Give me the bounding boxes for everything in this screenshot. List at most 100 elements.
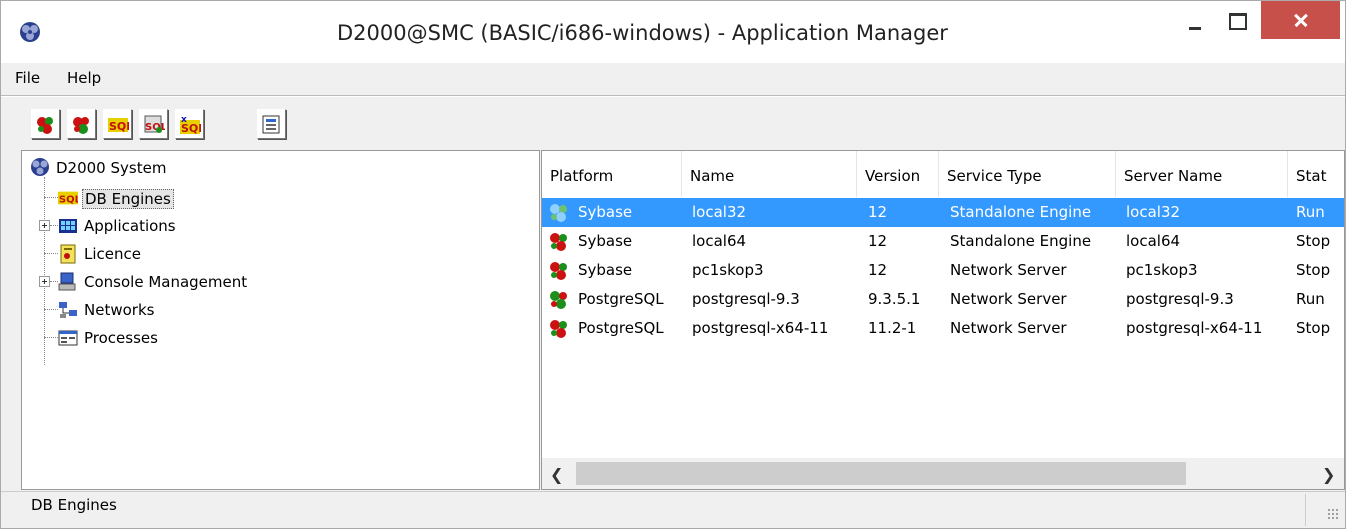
sql-engine-button[interactable]: SQL	[103, 109, 132, 139]
cell-server-name: local64	[1126, 232, 1181, 250]
stop-engine-button[interactable]	[67, 109, 96, 139]
tree-item-label: Processes	[84, 329, 158, 347]
cell-service-type: Network Server	[950, 319, 1067, 337]
cell-service-type: Standalone Engine	[950, 232, 1092, 250]
maximize-button[interactable]	[1217, 1, 1257, 39]
properties-button[interactable]	[257, 109, 286, 139]
cell-name: postgresql-9.3	[692, 290, 800, 308]
horizontal-scrollbar[interactable]: ❮ ❯	[542, 458, 1344, 489]
console-computer-icon	[58, 272, 76, 291]
cell-name: local64	[692, 232, 747, 250]
networks-icon	[59, 302, 77, 318]
title-bar[interactable]: D2000@SMC (BASIC/i686-windows) - Applica…	[1, 1, 1345, 63]
properties-icon	[262, 115, 280, 134]
svg-text:SQL: SQL	[145, 122, 165, 133]
menu-bar: File Help	[1, 63, 1345, 95]
applications-grid-icon	[59, 219, 77, 233]
close-button[interactable]	[1261, 1, 1340, 39]
svg-text:SQL: SQL	[59, 195, 78, 206]
cell-platform: Sybase	[578, 261, 633, 279]
cell-platform: Sybase	[578, 232, 633, 250]
sql-delete-icon: SQLx	[180, 115, 201, 135]
cell-status: Run	[1296, 290, 1325, 308]
sql-properties-icon: SQL	[144, 115, 165, 133]
column-header-server-name[interactable]: Server Name	[1116, 151, 1288, 197]
window-title: D2000@SMC (BASIC/i686-windows) - Applica…	[337, 21, 948, 45]
cell-version: 12	[868, 261, 888, 279]
tree-item-label: Console Management	[84, 273, 248, 291]
scroll-left-icon[interactable]: ❮	[550, 465, 563, 484]
minimize-button[interactable]	[1177, 1, 1217, 39]
table-row[interactable]: Sybase local64 12 Standalone Engine loca…	[542, 227, 1344, 256]
table-row[interactable]: Sybase local32 12 Standalone Engine loca…	[542, 198, 1344, 227]
cell-version: 12	[868, 203, 888, 221]
sql-properties-button[interactable]: SQL	[139, 109, 168, 139]
svg-text:x: x	[181, 115, 187, 125]
status-bar: DB Engines	[1, 491, 1345, 528]
cell-version: 11.2-1	[868, 319, 917, 337]
tree-connector	[50, 281, 58, 282]
stop-engine-icon	[73, 117, 89, 134]
cell-status: Stop	[1296, 261, 1331, 279]
column-header-platform[interactable]: Platform	[542, 151, 682, 197]
column-header-status[interactable]: Stat	[1288, 151, 1344, 197]
scrollbar-thumb[interactable]	[576, 462, 1186, 485]
tree-connector	[44, 337, 58, 338]
tree-root-label: D2000 System	[56, 159, 167, 177]
cell-name: local32	[692, 203, 747, 221]
d2000-system-icon	[31, 158, 49, 176]
cell-server-name: pc1skop3	[1126, 261, 1198, 279]
cell-status: Stop	[1296, 319, 1331, 337]
svg-text:SQL: SQL	[109, 120, 129, 133]
processes-icon	[58, 330, 78, 346]
menu-file[interactable]: File	[15, 69, 40, 87]
db-engines-list[interactable]: Platform Name Version Service Type Serve…	[541, 150, 1345, 490]
list-header: Platform Name Version Service Type Serve…	[542, 151, 1344, 197]
column-header-name[interactable]: Name	[682, 151, 857, 197]
toolbar: SQL SQL SQLx	[1, 97, 1345, 147]
d2000-logo-icon[interactable]	[19, 21, 41, 43]
tree-connector	[44, 197, 58, 198]
resize-grip-icon[interactable]	[1327, 508, 1339, 520]
cell-platform: PostgreSQL	[578, 319, 664, 337]
tree-view[interactable]: D2000 System SQL DB Engines Applications…	[21, 150, 540, 490]
cell-version: 9.3.5.1	[868, 290, 921, 308]
cell-name: postgresql-x64-11	[692, 319, 829, 337]
tree-item-label: Licence	[84, 245, 141, 263]
cell-server-name: local32	[1126, 203, 1181, 221]
table-row[interactable]: PostgreSQL postgresql-x64-11 11.2-1 Netw…	[542, 314, 1344, 343]
start-engine-button[interactable]	[31, 109, 60, 139]
tree-connector	[44, 309, 58, 310]
column-header-version[interactable]: Version	[857, 151, 939, 197]
db-engine-icon	[550, 233, 567, 251]
expand-applications-toggle[interactable]	[39, 220, 50, 231]
expand-console-management-toggle[interactable]	[39, 276, 50, 287]
cell-service-type: Standalone Engine	[950, 203, 1092, 221]
table-row[interactable]: Sybase pc1skop3 12 Network Server pc1sko…	[542, 256, 1344, 285]
db-engine-icon	[550, 204, 567, 222]
cell-name: pc1skop3	[692, 261, 764, 279]
cell-status: Stop	[1296, 232, 1331, 250]
status-separator	[1305, 494, 1306, 526]
sql-delete-button[interactable]: SQLx	[175, 109, 204, 139]
tree-item-label: Networks	[84, 301, 155, 319]
cell-status: Run	[1296, 203, 1325, 221]
tree-item-label: Applications	[84, 217, 176, 235]
sql-icon: SQL	[108, 118, 129, 133]
cell-service-type: Network Server	[950, 261, 1067, 279]
start-engine-icon	[37, 117, 53, 134]
db-engines-icon: SQL	[58, 191, 78, 206]
application-manager-window: D2000@SMC (BASIC/i686-windows) - Applica…	[0, 0, 1346, 529]
db-engine-icon	[550, 291, 567, 309]
scroll-right-icon[interactable]: ❯	[1322, 465, 1335, 484]
cell-platform: PostgreSQL	[578, 290, 664, 308]
tree-connector	[44, 253, 58, 254]
status-text: DB Engines	[31, 496, 117, 514]
tree-connector	[50, 225, 58, 226]
db-engine-icon	[550, 262, 567, 280]
column-header-service-type[interactable]: Service Type	[939, 151, 1116, 197]
menu-help[interactable]: Help	[67, 69, 101, 87]
table-row[interactable]: PostgreSQL postgresql-9.3 9.3.5.1 Networ…	[542, 285, 1344, 314]
cell-server-name: postgresql-x64-11	[1126, 319, 1263, 337]
cell-service-type: Network Server	[950, 290, 1067, 308]
